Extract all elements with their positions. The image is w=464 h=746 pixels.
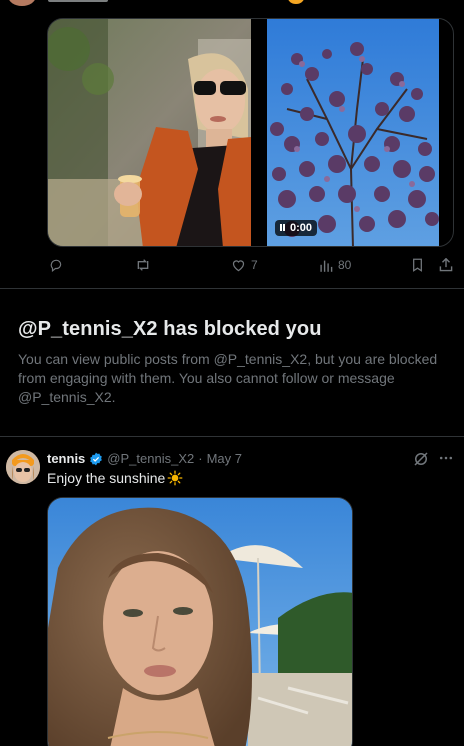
previous-post-emoji <box>288 0 304 4</box>
grok-icon <box>414 452 428 466</box>
reply-icon <box>50 259 62 272</box>
video-timestamp-badge: 0:00 <box>275 220 318 236</box>
share-button[interactable] <box>439 258 453 272</box>
divider <box>0 288 464 289</box>
share-icon <box>439 258 453 272</box>
grok-button[interactable] <box>412 450 430 473</box>
post-photo[interactable] <box>47 497 353 746</box>
avatar[interactable] <box>6 450 40 484</box>
post-media-grid: 0:00 <box>47 18 454 247</box>
verified-badge-icon <box>90 452 103 465</box>
avatar-image <box>6 450 40 484</box>
display-name[interactable]: tennis <box>47 451 85 466</box>
post-text-content: Enjoy the sunshine <box>47 470 166 486</box>
photo-woman-beach-selfie <box>48 498 352 746</box>
post-photo[interactable] <box>48 19 251 246</box>
video-time: 0:00 <box>290 222 313 234</box>
views-icon <box>320 260 333 272</box>
heart-icon <box>232 260 245 272</box>
separator-dot: · <box>198 451 203 466</box>
post-video[interactable]: 0:00 <box>267 19 439 246</box>
views-button[interactable]: 80 <box>319 258 351 272</box>
previous-post-fragment <box>0 0 464 10</box>
repost-button[interactable] <box>135 258 151 272</box>
bookmark-button[interactable] <box>411 258 424 272</box>
like-button[interactable]: 7 <box>231 258 258 272</box>
blocked-notice-body: You can view public posts from @P_tennis… <box>18 351 438 405</box>
sun-icon <box>167 470 183 486</box>
reply-button[interactable] <box>49 258 63 272</box>
post-action-bar: 7 80 <box>47 258 457 276</box>
video-thumbnail-flowering-tree <box>267 19 439 246</box>
user-handle[interactable]: @P_tennis_X2 <box>107 451 194 466</box>
post-date[interactable]: May 7 <box>207 451 242 466</box>
more-options-button[interactable] <box>438 450 454 469</box>
previous-post-text <box>48 0 108 2</box>
like-count: 7 <box>251 258 258 272</box>
post-header: tennis @P_tennis_X2 · May 7 <box>47 451 242 466</box>
bookmark-icon <box>413 258 422 272</box>
blocked-notice-title: @P_tennis_X2 has blocked you <box>18 318 322 340</box>
previous-post-avatar <box>8 0 36 6</box>
view-count: 80 <box>338 258 352 272</box>
photo-woman-orange-vest <box>48 19 251 246</box>
post-text: Enjoy the sunshine <box>47 470 183 486</box>
more-icon <box>439 456 453 460</box>
divider <box>0 436 464 437</box>
pause-icon <box>280 222 286 234</box>
repost-icon <box>137 259 149 271</box>
